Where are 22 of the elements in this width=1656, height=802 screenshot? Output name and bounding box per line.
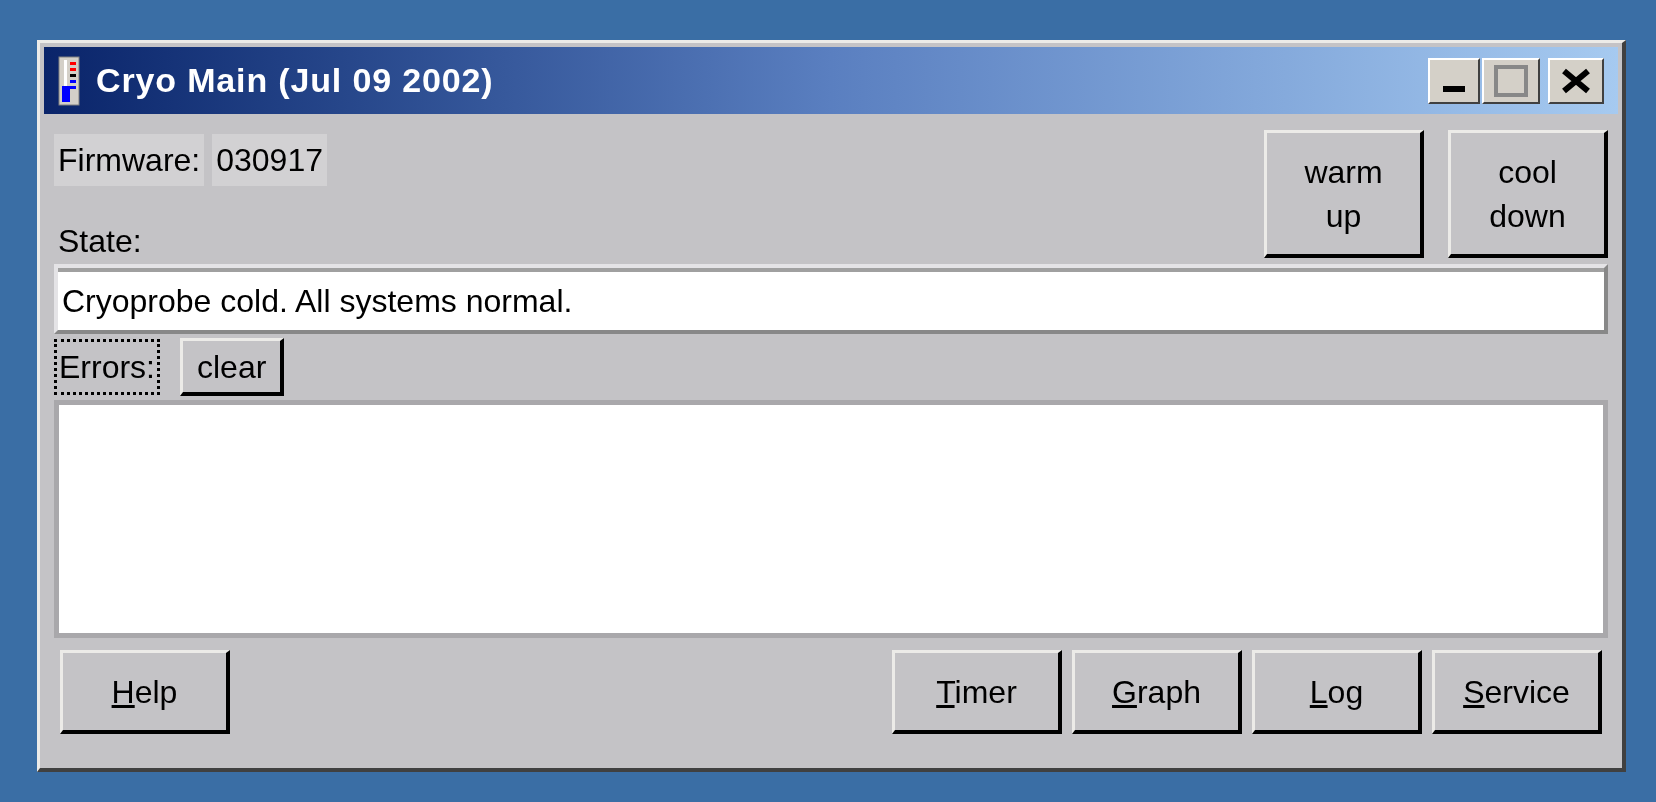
errors-field[interactable] <box>54 400 1608 638</box>
firmware-label: Firmware: <box>54 134 205 186</box>
state-text: Cryoprobe cold. All systems normal. <box>62 282 573 321</box>
maximize-button[interactable] <box>1482 57 1540 104</box>
state-label: State: <box>58 222 143 260</box>
clear-button[interactable]: clear <box>180 338 285 396</box>
footer-button[interactable]: Help <box>60 650 230 734</box>
footer-button[interactable]: Log <box>1252 650 1422 734</box>
minimize-icon <box>1443 85 1465 92</box>
footer-button[interactable]: Timer <box>892 650 1062 734</box>
thermometer-icon <box>58 55 80 106</box>
firmware-value: 030917 <box>212 134 327 186</box>
minimize-button[interactable] <box>1428 57 1480 104</box>
footer-button[interactable]: Graph <box>1072 650 1242 734</box>
footer-button[interactable]: Service <box>1432 650 1602 734</box>
close-icon <box>1561 67 1591 94</box>
maximize-icon <box>1494 64 1528 97</box>
window-title: Cryo Main (Jul 09 2002) <box>96 60 494 101</box>
mode-button[interactable]: warm up <box>1264 130 1424 258</box>
close-button[interactable] <box>1548 57 1604 104</box>
mode-button[interactable]: cool down <box>1448 130 1608 258</box>
errors-label: Errors: <box>54 339 160 395</box>
